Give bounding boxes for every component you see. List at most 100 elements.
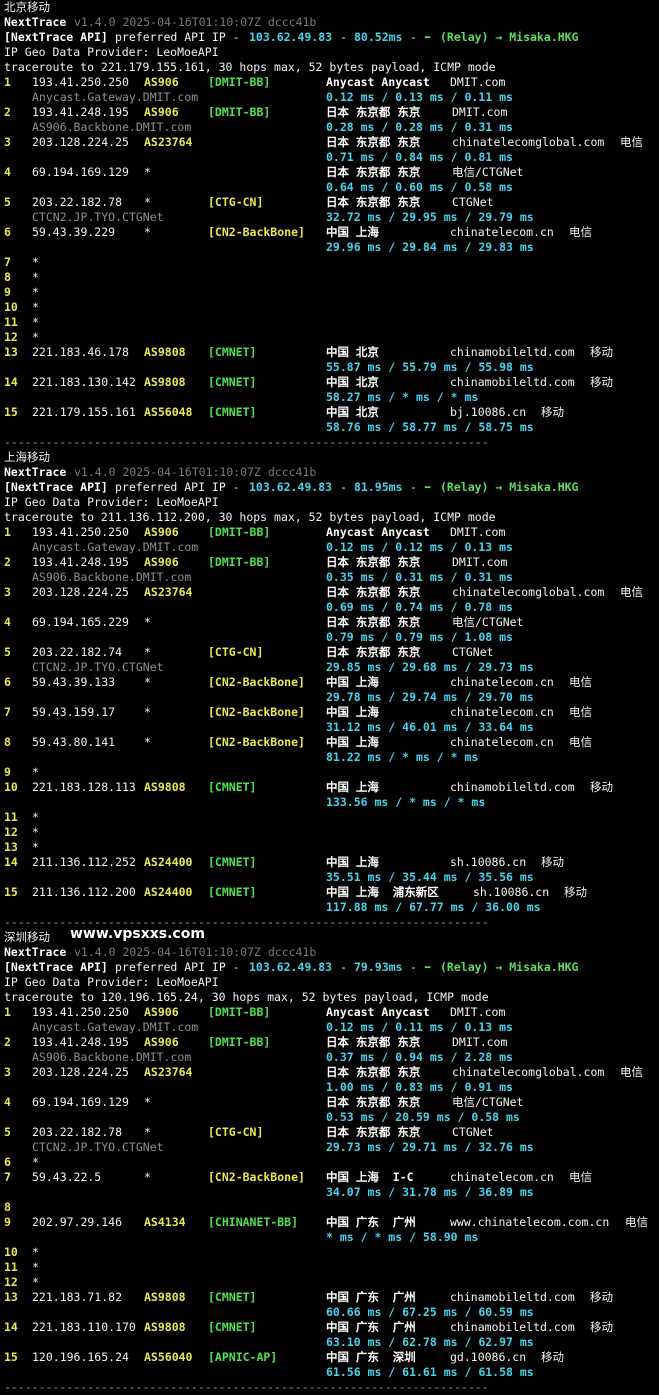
hop-asn: AS23764 (144, 1065, 193, 1079)
hop-asn: * (144, 645, 151, 659)
hop-tag: [DMIT-BB] (208, 555, 271, 569)
hop-rtt: 81.22 ms / * ms / * ms (326, 750, 479, 764)
hop-asn: AS906 (144, 1005, 179, 1019)
hop-isp: 移动 (564, 885, 587, 899)
hop-number: 13 (4, 840, 18, 854)
hop-geo: 中国 上海 (326, 780, 379, 794)
relay-icon: ⬅ (424, 480, 431, 494)
hop-geo: 日本 东京都 东京 (326, 615, 421, 629)
hop-asn: * (144, 1095, 151, 1109)
api-separator: - (340, 960, 347, 974)
hop-ip: 221.183.71.82 (32, 1290, 123, 1304)
hop-number: 10 (4, 780, 18, 794)
hop-ip: 193.41.248.195 (32, 555, 129, 569)
hop-number: 11 (4, 315, 18, 329)
hop-isp: 移动 (590, 375, 613, 389)
hop-ip: 203.128.224.25 (32, 585, 129, 599)
hop-rtt: 0.71 ms / 0.84 ms / 0.81 ms (326, 150, 513, 164)
hop-asn: AS24400 (144, 855, 193, 869)
hop-tag: [CN2-BackBone] (208, 675, 305, 689)
geo-provider-text: IP Geo Data Provider: LeoMoeAPI (4, 975, 219, 989)
hop-domain: chinamobileltd.com (450, 375, 575, 389)
hop-number: 1 (4, 75, 11, 89)
hop-asn: AS9808 (144, 1320, 186, 1334)
hop-isp: 电信 (569, 675, 592, 689)
hop-timeout-star: * (32, 840, 39, 854)
app-version: v1.4.0 2025-04-16T01:10:07Z dccc41b (74, 465, 317, 479)
hop-ip: 69.194.165.229 (32, 615, 129, 629)
hop-domain: CTGNet (452, 645, 494, 659)
api-tag: [NextTrace API] (4, 480, 108, 494)
app-version: v1.4.0 2025-04-16T01:10:07Z dccc41b (74, 15, 317, 29)
hop-geo: 中国 上海 (326, 855, 379, 869)
relay-route: (Relay) → Misaka.HKG (440, 480, 579, 494)
hop-number: 11 (4, 1260, 18, 1274)
hop-asn: * (144, 675, 151, 689)
api-ip: 103.62.49.83 (249, 30, 333, 44)
hop-number: 10 (4, 300, 18, 314)
hop-number: 2 (4, 105, 11, 119)
hop-rtt: 29.73 ms / 29.71 ms / 32.76 ms (326, 1140, 534, 1154)
relay-route: (Relay) → Misaka.HKG (440, 960, 579, 974)
hop-isp: 电信 (569, 735, 592, 749)
hop-ip: 193.41.250.250 (32, 525, 129, 539)
api-separator: - (410, 30, 417, 44)
hop-geo: 日本 东京都 东京 (326, 555, 421, 569)
hop-domain: CTGNet (452, 195, 494, 209)
hop-geo: 日本 东京都 东京 (326, 165, 421, 179)
hop-ip: 59.43.80.141 (32, 735, 116, 749)
hop-isp: 移动 (541, 855, 564, 869)
hop-rtt: 29.85 ms / 29.68 ms / 29.73 ms (326, 660, 534, 674)
hop-ip: 203.128.224.25 (32, 1065, 129, 1079)
hop-rdns: AS906.Backbone.DMIT.com (32, 570, 192, 584)
hop-number: 14 (4, 375, 18, 389)
hop-tag: [CTG-CN] (208, 195, 264, 209)
hop-tag: [DMIT-BB] (208, 1035, 271, 1049)
hop-asn: AS906 (144, 75, 179, 89)
hop-number: 8 (4, 735, 11, 749)
hop-number: 12 (4, 1275, 18, 1289)
hop-rdns: CTCN2.JP.TYO.CTGNet (32, 1140, 164, 1154)
relay-route: (Relay) → Misaka.HKG (440, 30, 579, 44)
hop-domain: chinatelecomglobal.com (452, 1065, 605, 1079)
hop-domain: chinatelecom.cn (450, 735, 554, 749)
hop-domain: DMIT.com (452, 1035, 508, 1049)
hop-number: 4 (4, 165, 11, 179)
traceroute-text: traceroute to 221.179.155.161, 30 hops m… (4, 60, 496, 74)
hop-ip: 221.183.46.178 (32, 345, 129, 359)
hop-domain: sh.10086.cn (450, 855, 527, 869)
hop-tag: [CHINANET-BB] (208, 1215, 299, 1229)
hop-ip: 221.179.155.161 (32, 405, 136, 419)
hop-number: 14 (4, 1320, 18, 1334)
hop-timeout-star: * (32, 765, 39, 779)
hop-number: 6 (4, 675, 11, 689)
api-latency: 80.52ms (354, 30, 403, 44)
hop-asn: AS23764 (144, 585, 193, 599)
hop-ip: 69.194.169.129 (32, 1095, 129, 1109)
hop-number: 8 (4, 270, 11, 284)
geo-provider-text: IP Geo Data Provider: LeoMoeAPI (4, 45, 219, 59)
hop-rtt: 58.76 ms / 58.77 ms / 58.75 ms (326, 420, 534, 434)
hop-number: 4 (4, 1095, 11, 1109)
hop-isp: 电信 (620, 585, 643, 599)
hop-geo: Anycast Anycast (326, 1005, 430, 1019)
hop-domain: 电信/CTGNet (452, 615, 524, 629)
hop-tag: [CMNET] (208, 405, 257, 419)
hop-domain: chinamobileltd.com (450, 1320, 575, 1334)
api-tag: [NextTrace API] (4, 30, 108, 44)
hop-rtt: 0.37 ms / 0.94 ms / 2.28 ms (326, 1050, 513, 1064)
hop-timeout-star: * (32, 300, 39, 314)
hop-isp: 电信 (569, 225, 592, 239)
hop-tag: [CMNET] (208, 1290, 257, 1304)
hop-tag: [CN2-BackBone] (208, 705, 305, 719)
hop-ip: 203.128.224.25 (32, 135, 129, 149)
hop-domain: 电信/CTGNet (452, 1095, 524, 1109)
hop-geo: 日本 东京都 东京 (326, 645, 421, 659)
hop-ip: 202.97.29.146 (32, 1215, 123, 1229)
api-text: preferred API IP - (115, 30, 240, 44)
hop-number: 12 (4, 330, 18, 344)
hop-ip: 193.41.248.195 (32, 105, 129, 119)
hop-tag: [CMNET] (208, 375, 257, 389)
hop-number: 5 (4, 645, 11, 659)
hop-asn: * (144, 195, 151, 209)
